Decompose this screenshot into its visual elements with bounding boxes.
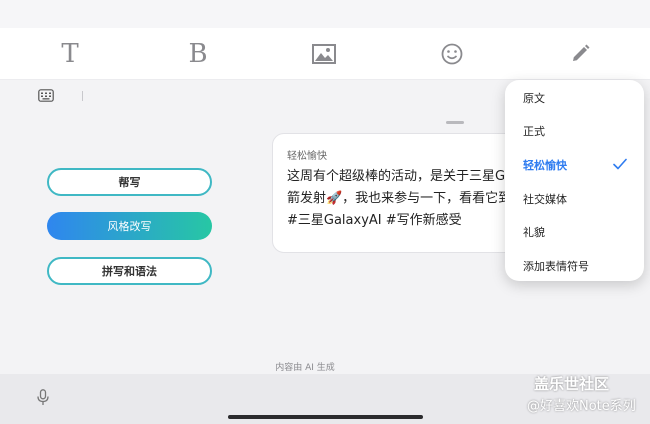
status-strip [0, 0, 650, 28]
style-option-formal[interactable]: 正式 [523, 121, 545, 141]
style-option-add-emoji[interactable]: 添加表情符号 [523, 256, 589, 276]
keyboard-icon[interactable] [38, 89, 54, 102]
text-tool-button[interactable]: T [45, 28, 95, 80]
style-option-social-media[interactable]: 社交媒体 [523, 189, 567, 209]
write-button[interactable]: 帮写 [47, 168, 212, 196]
author-watermark: @好喜欢Note系列 [527, 399, 636, 414]
bold-tool-button[interactable]: B [173, 28, 223, 80]
ai-generated-note: 内容由 AI 生成 [275, 363, 335, 373]
restyle-button[interactable]: 风格改写 [47, 212, 212, 240]
community-watermark: 盖乐世社区 [534, 375, 610, 393]
restyle-button-label: 风格改写 [107, 220, 152, 233]
home-indicator[interactable] [228, 415, 423, 419]
image-icon [312, 44, 336, 64]
text-icon: T [61, 39, 79, 69]
pen-button[interactable] [555, 28, 605, 80]
emoji-button[interactable] [427, 28, 477, 80]
bold-icon: B [188, 39, 208, 69]
pen-icon [573, 44, 590, 61]
toolbar-divider [82, 91, 83, 101]
preview-style-title: 轻松愉快 [287, 151, 327, 162]
style-dropdown-menu: 原文 正式 轻松愉快 社交媒体 礼貌 添加表情符号 [505, 80, 644, 281]
spelling-grammar-button-label: 拼写和语法 [102, 265, 157, 278]
style-option-original[interactable]: 原文 [523, 88, 545, 108]
microphone-icon[interactable] [37, 389, 49, 406]
sheet-drag-handle[interactable] [446, 121, 464, 124]
insert-image-button[interactable] [299, 28, 349, 80]
check-icon [613, 158, 627, 170]
write-button-label: 帮写 [118, 176, 141, 189]
emoji-icon [441, 43, 463, 65]
style-option-polite[interactable]: 礼貌 [523, 222, 545, 242]
style-option-casual[interactable]: 轻松愉快 [523, 155, 567, 175]
format-toolbar: T B [0, 28, 650, 80]
spelling-grammar-button[interactable]: 拼写和语法 [47, 257, 212, 285]
